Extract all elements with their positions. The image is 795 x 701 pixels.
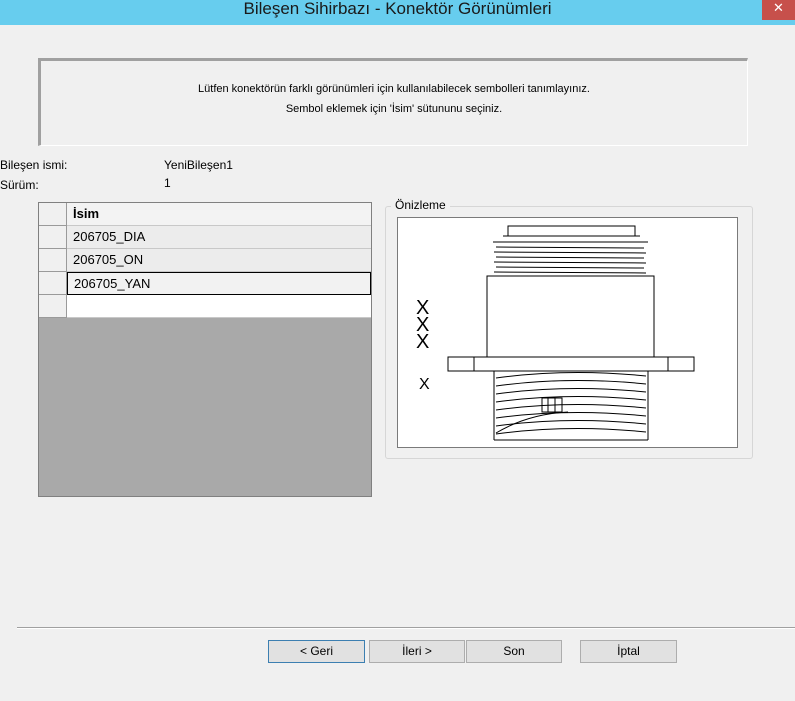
version-label: Sürüm: (0, 178, 39, 192)
row-selector[interactable] (39, 272, 67, 295)
name-cell-selected[interactable]: 206705_YAN (67, 272, 371, 295)
component-name-value: YeniBileşen1 (164, 158, 233, 172)
grid-header-row: İsim (39, 203, 371, 226)
footer-separator (17, 627, 795, 629)
table-row[interactable]: 206705_DIA (39, 226, 371, 249)
row-selector[interactable] (39, 226, 67, 249)
column-header-name[interactable]: İsim (67, 203, 371, 226)
table-row[interactable]: 206705_YAN (39, 272, 371, 295)
pin-marker-x: X (416, 331, 430, 353)
connector-symbol-drawing (447, 225, 695, 441)
instruction-panel: Lütfen konektörün farklı görünümleri içi… (38, 58, 748, 146)
preview-label: Önizleme (391, 198, 450, 212)
grid-corner-cell[interactable] (39, 203, 67, 226)
row-selector[interactable] (39, 295, 67, 318)
title-bar: Bileşen Sihirbazı - Konektör Görünümleri… (0, 0, 795, 25)
row-selector[interactable] (39, 249, 67, 272)
name-cell[interactable]: 206705_ON (67, 249, 371, 272)
table-row[interactable]: 206705_ON (39, 249, 371, 272)
name-cell[interactable]: 206705_DIA (67, 226, 371, 249)
cancel-button[interactable]: İptal (580, 640, 677, 663)
preview-canvas: X X X X (397, 217, 738, 448)
component-name-label: Bileşen ismi: (0, 158, 68, 172)
pin-marker-x: X (419, 376, 430, 393)
version-value: 1 (164, 176, 171, 190)
window-title: Bileşen Sihirbazı - Konektör Görünümleri (243, 0, 552, 18)
close-button[interactable]: ✕ (762, 0, 795, 20)
views-grid[interactable]: İsim 206705_DIA 206705_ON 206705_YAN (38, 202, 372, 497)
next-button[interactable]: İleri > (369, 640, 465, 663)
back-button[interactable]: < Geri (268, 640, 365, 663)
instruction-line-2: Sembol eklemek için 'İsim' sütununu seçi… (285, 103, 503, 115)
instruction-line-1: Lütfen konektörün farklı görünümleri içi… (198, 83, 590, 95)
finish-button[interactable]: Son (466, 640, 562, 663)
new-row[interactable] (39, 295, 371, 318)
new-row-name-cell[interactable] (67, 295, 371, 318)
